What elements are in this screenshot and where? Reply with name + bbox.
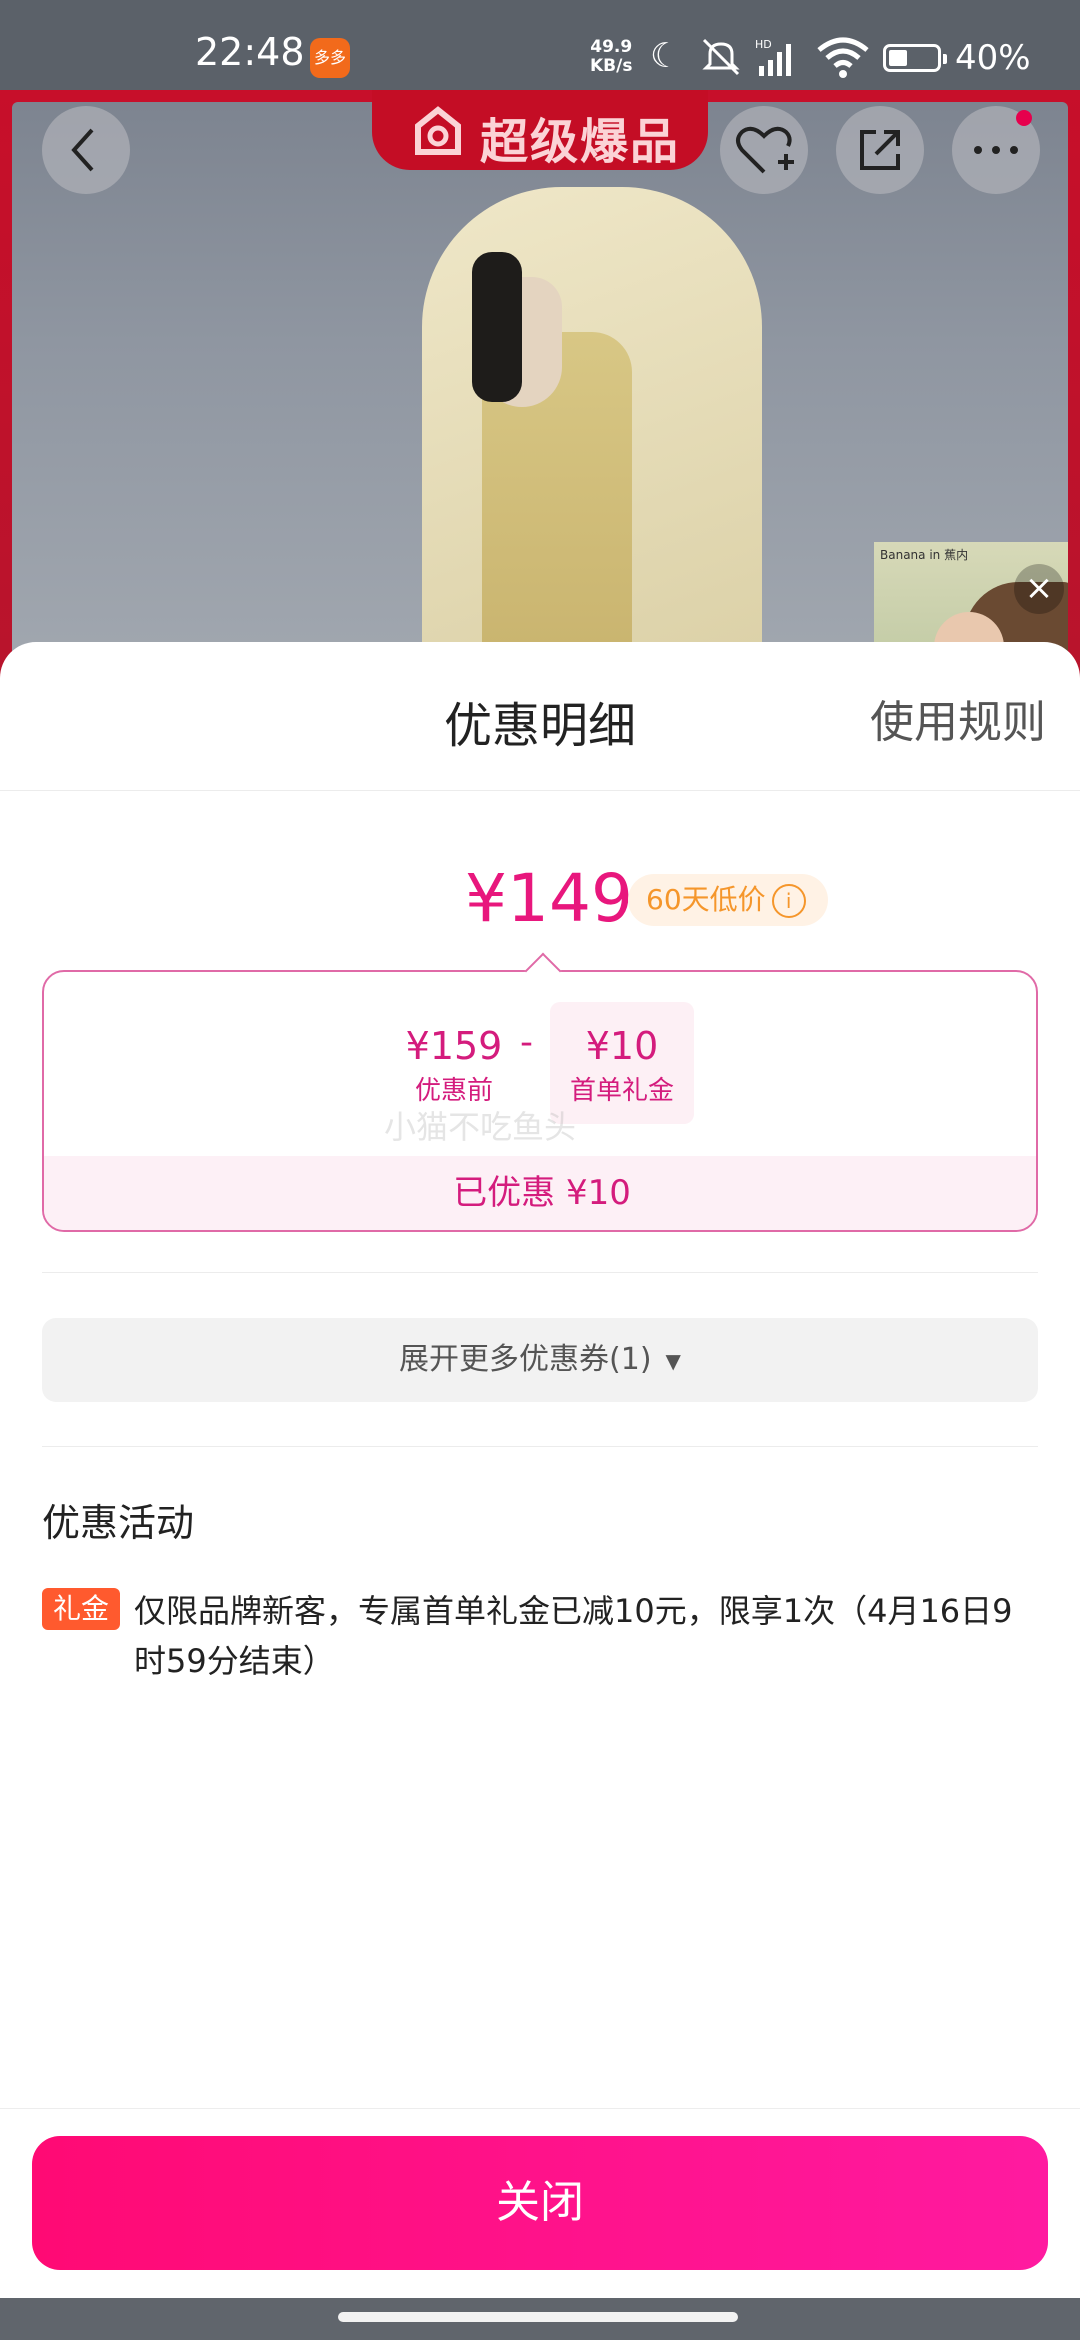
saved-amount-bar: 已优惠 ¥10: [44, 1156, 1036, 1230]
activity-section-title: 优惠活动: [42, 1501, 195, 1545]
footer-divider: [0, 2108, 1080, 2109]
product-hero: Banana in 蕉内 × 超级爆品: [0, 90, 1080, 702]
gift-tag: 礼金: [42, 1588, 120, 1630]
battery-percent: 40%: [955, 38, 1031, 78]
price-row: ¥149 60天低价 i: [0, 860, 1080, 940]
mute-icon: [702, 38, 740, 76]
network-speed-value: 49.9: [590, 37, 633, 57]
info-icon[interactable]: i: [771, 884, 806, 918]
back-arrow-icon: [71, 128, 94, 172]
watermark: 小猫不吃鱼头: [384, 1108, 577, 1146]
mini-video-label: Banana in 蕉内: [880, 548, 969, 562]
back-button[interactable]: [42, 106, 130, 194]
discount-detail-sheet: 优惠明细 使用规则 ¥149 60天低价 i ¥159 优惠前 - ¥10 首单礼…: [0, 642, 1080, 2298]
moon-icon: ☾: [650, 36, 681, 76]
heart-add-icon: [736, 126, 794, 174]
network-speed-unit: KB/s: [590, 56, 633, 76]
home-gesture-handle[interactable]: [338, 2312, 738, 2322]
divider: [42, 1272, 1038, 1273]
share-icon: [860, 130, 900, 170]
usage-rules-link[interactable]: 使用规则: [870, 686, 1046, 750]
expand-coupons-button[interactable]: 展开更多优惠券(1) ▼: [42, 1318, 1038, 1402]
price-breakdown: ¥159 优惠前 - ¥10 首单礼金 已优惠 ¥10: [42, 970, 1038, 1232]
more-button[interactable]: [952, 106, 1040, 194]
status-time: 22:48: [195, 30, 305, 74]
app-notification-icon: 多多: [310, 38, 350, 78]
brand-label: 超级爆品: [480, 114, 681, 170]
sheet-header: 优惠明细 使用规则: [0, 642, 1080, 791]
expand-coupons-label: 展开更多优惠券(1): [399, 1342, 652, 1377]
mini-video-close-icon[interactable]: ×: [1014, 564, 1064, 614]
low-price-badge[interactable]: 60天低价 i: [628, 874, 828, 926]
wifi-icon: [817, 37, 869, 78]
original-price-item: ¥159 优惠前: [394, 1024, 514, 1107]
brand-logo-icon: [415, 106, 461, 155]
final-price: ¥149: [465, 860, 633, 937]
close-button[interactable]: 关闭: [32, 2136, 1048, 2270]
status-bar: 22:48 多多 49.9 KB/s ☾ HD 40%: [0, 0, 1080, 90]
system-nav-bar: [0, 2298, 1080, 2340]
brand-banner: 超级爆品: [372, 90, 708, 170]
promo-description: 仅限品牌新客，专属首单礼金已减10元，限享1次（4月16日9时59分结束）: [134, 1592, 1013, 1680]
caret-down-icon: ▼: [665, 1348, 681, 1373]
svg-text:HD: HD: [755, 38, 772, 51]
notification-dot: [1016, 110, 1032, 126]
favorite-button[interactable]: [720, 106, 808, 194]
low-price-label: 60天低价: [646, 883, 766, 916]
gift-amount: ¥10: [585, 1024, 659, 1068]
original-amount: ¥159: [405, 1024, 503, 1068]
minus-sign: -: [520, 1022, 533, 1063]
share-button[interactable]: [836, 106, 924, 194]
divider: [42, 1446, 1038, 1447]
network-speed: 49.9 KB/s: [590, 38, 632, 76]
battery-icon: [883, 44, 947, 72]
signal-icon: HD: [755, 38, 791, 76]
